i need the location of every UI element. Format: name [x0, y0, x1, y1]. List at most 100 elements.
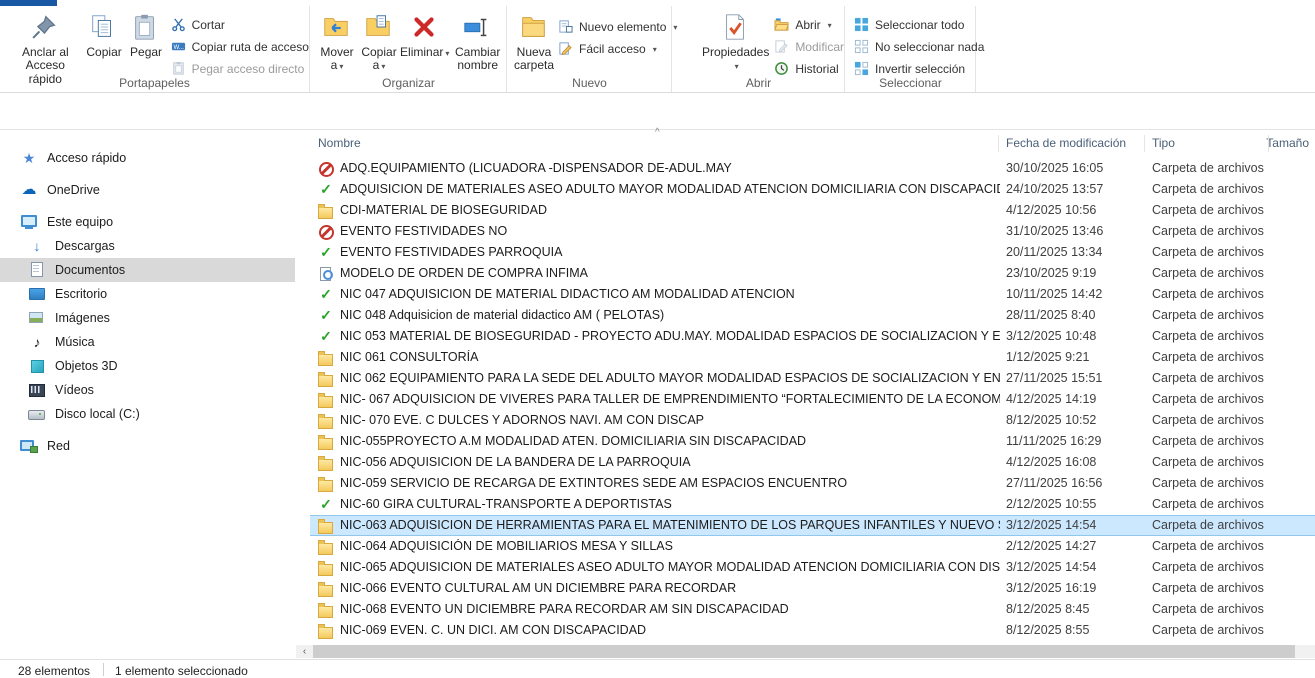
- column-divider[interactable]: [1144, 135, 1145, 152]
- file-row[interactable]: EVENTO FESTIVIDADES NO31/10/2025 13:46Ca…: [310, 221, 1315, 242]
- file-row[interactable]: NIC- 067 ADQUISICION DE VIVERES PARA TAL…: [310, 389, 1315, 410]
- group-label: Seleccionar: [846, 76, 975, 90]
- scrollbar-thumb[interactable]: [313, 645, 1295, 658]
- file-date: 2/12/2025 10:55: [1006, 497, 1096, 511]
- file-row[interactable]: ADQ.EQUIPAMIENTO (LICUADORA -DISPENSADOR…: [310, 158, 1315, 179]
- modify-button[interactable]: Modificar: [774, 36, 844, 58]
- file-row[interactable]: ✓NIC 048 Adquisicion de material didacti…: [310, 305, 1315, 326]
- file-type: Carpeta de archivos: [1152, 560, 1264, 574]
- column-divider[interactable]: [998, 135, 999, 152]
- sidebar-item-escritorio[interactable]: Escritorio: [0, 282, 300, 306]
- folder-icon: [318, 371, 334, 386]
- file-name: NIC-059 SERVICIO DE RECARGA DE EXTINTORE…: [340, 476, 1000, 490]
- invert-selection-icon: [854, 61, 870, 77]
- delete-button[interactable]: Eliminar▾: [400, 10, 449, 59]
- sidebar-item-objetos-3d[interactable]: Objetos 3D: [0, 354, 300, 378]
- sidebar-item-red[interactable]: Red: [0, 434, 300, 458]
- file-row[interactable]: NIC-069 EVEN. C. UN DICI. AM CON DISCAPA…: [310, 620, 1315, 641]
- file-date: 11/11/2025 16:29: [1006, 434, 1101, 448]
- new-item-button[interactable]: Nuevo elemento ▾: [558, 16, 677, 38]
- file-name: NIC- 067 ADQUISICION DE VIVERES PARA TAL…: [340, 392, 1000, 406]
- file-row[interactable]: ✓EVENTO FESTIVIDADES PARROQUIA20/11/2025…: [310, 242, 1315, 263]
- sidebar-item-label: Acceso rápido: [47, 151, 126, 165]
- column-header-nombre[interactable]: Nombre: [318, 136, 361, 150]
- pin-quick-access-button[interactable]: Anclar al Acceso rápido: [8, 10, 83, 86]
- column-header-tamano[interactable]: Tamaño: [1266, 136, 1309, 150]
- file-date: 4/12/2025 16:08: [1006, 455, 1096, 469]
- document-search-icon: [318, 266, 334, 281]
- folder-icon: [318, 602, 334, 617]
- sidebar-item-disco-local-c[interactable]: Disco local (C:): [0, 402, 300, 426]
- file-date: 4/12/2025 10:56: [1006, 203, 1096, 217]
- cut-button[interactable]: Cortar: [171, 14, 309, 36]
- sync-blocked-icon: [318, 161, 334, 176]
- sidebar-item-label: Escritorio: [55, 287, 107, 301]
- sidebar-item-musica[interactable]: ♪Música: [0, 330, 300, 354]
- scroll-left-icon[interactable]: ‹: [298, 645, 311, 658]
- file-row[interactable]: NIC-066 EVENTO CULTURAL AM UN DICIEMBRE …: [310, 578, 1315, 599]
- sync-check-icon: ✓: [318, 245, 334, 260]
- file-row[interactable]: NIC-065 ADQUISICION DE MATERIALES ASEO A…: [310, 557, 1315, 578]
- file-type: Carpeta de archivos: [1152, 623, 1264, 637]
- easy-access-button[interactable]: Fácil acceso ▾: [558, 38, 677, 60]
- sidebar-item-este-equipo[interactable]: Este equipo: [0, 210, 300, 234]
- column-header-tipo[interactable]: Tipo: [1152, 136, 1175, 150]
- file-row[interactable]: MODELO DE ORDEN DE COMPRA INFIMA23/10/20…: [310, 263, 1315, 284]
- file-row[interactable]: ✓NIC-60 GIRA CULTURAL-TRANSPORTE A DEPOR…: [310, 494, 1315, 515]
- button-label: Historial: [795, 62, 838, 76]
- file-row[interactable]: NIC-055PROYECTO A.M MODALIDAD ATEN. DOMI…: [310, 431, 1315, 452]
- horizontal-scrollbar[interactable]: ‹: [296, 645, 1315, 658]
- scissors-icon: [171, 17, 187, 33]
- file-row[interactable]: NIC-064 ADQUISICIÓN DE MOBILIARIOS MESA …: [310, 536, 1315, 557]
- button-label: Eliminar: [400, 45, 443, 59]
- file-row[interactable]: NIC-068 EVENTO UN DICIEMBRE PARA RECORDA…: [310, 599, 1315, 620]
- file-row[interactable]: NIC-056 ADQUISICION DE LA BANDERA DE LA …: [310, 452, 1315, 473]
- column-header-fecha[interactable]: Fecha de modificación: [1006, 136, 1126, 150]
- file-name: MODELO DE ORDEN DE COMPRA INFIMA: [340, 266, 1000, 280]
- file-date: 8/12/2025 8:45: [1006, 602, 1089, 616]
- file-list: ADQ.EQUIPAMIENTO (LICUADORA -DISPENSADOR…: [310, 158, 1315, 641]
- open-button[interactable]: Abrir ▾: [774, 14, 844, 36]
- sidebar-item-descargas[interactable]: ↓Descargas: [0, 234, 300, 258]
- file-type: Carpeta de archivos: [1152, 224, 1264, 238]
- file-row[interactable]: NIC 062 EQUIPAMIENTO PARA LA SEDE DEL AD…: [310, 368, 1315, 389]
- column-divider[interactable]: [1268, 135, 1269, 152]
- document-icon: [28, 261, 46, 279]
- rename-button[interactable]: Cambiar nombre: [449, 10, 506, 73]
- sidebar-item-acceso-rapido[interactable]: ★Acceso rápido: [0, 146, 300, 170]
- modify-icon: [774, 39, 790, 55]
- sidebar-item-onedrive[interactable]: ☁OneDrive: [0, 178, 300, 202]
- file-type: Carpeta de archivos: [1152, 266, 1264, 280]
- file-date: 10/11/2025 14:42: [1006, 287, 1102, 301]
- select-none-button[interactable]: No seleccionar nada: [854, 36, 984, 58]
- dropdown-arrow-icon: ▾: [381, 62, 385, 71]
- copy-path-button[interactable]: W... Copiar ruta de acceso: [171, 36, 309, 58]
- file-row[interactable]: NIC-059 SERVICIO DE RECARGA DE EXTINTORE…: [310, 473, 1315, 494]
- file-type: Carpeta de archivos: [1152, 203, 1264, 217]
- new-folder-button[interactable]: Nueva carpeta: [514, 10, 554, 73]
- sidebar-item-documentos[interactable]: Documentos: [0, 258, 295, 282]
- file-row[interactable]: NIC 061 CONSULTORÍA1/12/2025 9:21Carpeta…: [310, 347, 1315, 368]
- file-date: 27/11/2025 15:51: [1006, 371, 1102, 385]
- paste-button[interactable]: Pegar: [126, 10, 167, 59]
- file-row[interactable]: ✓NIC 053 MATERIAL DE BIOSEGURIDAD - PROY…: [310, 326, 1315, 347]
- file-row[interactable]: ✓ADQUISICION DE MATERIALES ASEO ADULTO M…: [310, 179, 1315, 200]
- paste-icon: [130, 12, 162, 44]
- button-label: Nueva carpeta: [514, 46, 554, 73]
- select-all-button[interactable]: Seleccionar todo: [854, 14, 984, 36]
- file-type: Carpeta de archivos: [1152, 392, 1264, 406]
- copy-to-button[interactable]: Copiar a▾: [358, 10, 400, 73]
- file-row[interactable]: NIC-063 ADQUISICION DE HERRAMIENTAS PARA…: [310, 515, 1315, 536]
- properties-button[interactable]: Propiedades▾: [701, 10, 770, 73]
- move-to-button[interactable]: Mover a▾: [316, 10, 358, 73]
- sidebar-item-imagenes[interactable]: Imágenes: [0, 306, 300, 330]
- open-folder-icon: [774, 17, 790, 33]
- sidebar-item-videos[interactable]: Vídeos: [0, 378, 300, 402]
- file-row[interactable]: CDI-MATERIAL DE BIOSEGURIDAD4/12/2025 10…: [310, 200, 1315, 221]
- sync-check-icon: ✓: [318, 182, 334, 197]
- file-row[interactable]: NIC- 070 EVE. C DULCES Y ADORNOS NAVI. A…: [310, 410, 1315, 431]
- file-row[interactable]: ✓NIC 047 ADQUISICION DE MATERIAL DIDACTI…: [310, 284, 1315, 305]
- button-label: Seleccionar todo: [875, 18, 964, 32]
- copy-button[interactable]: Copiar: [83, 10, 126, 59]
- disk-icon: [28, 405, 46, 423]
